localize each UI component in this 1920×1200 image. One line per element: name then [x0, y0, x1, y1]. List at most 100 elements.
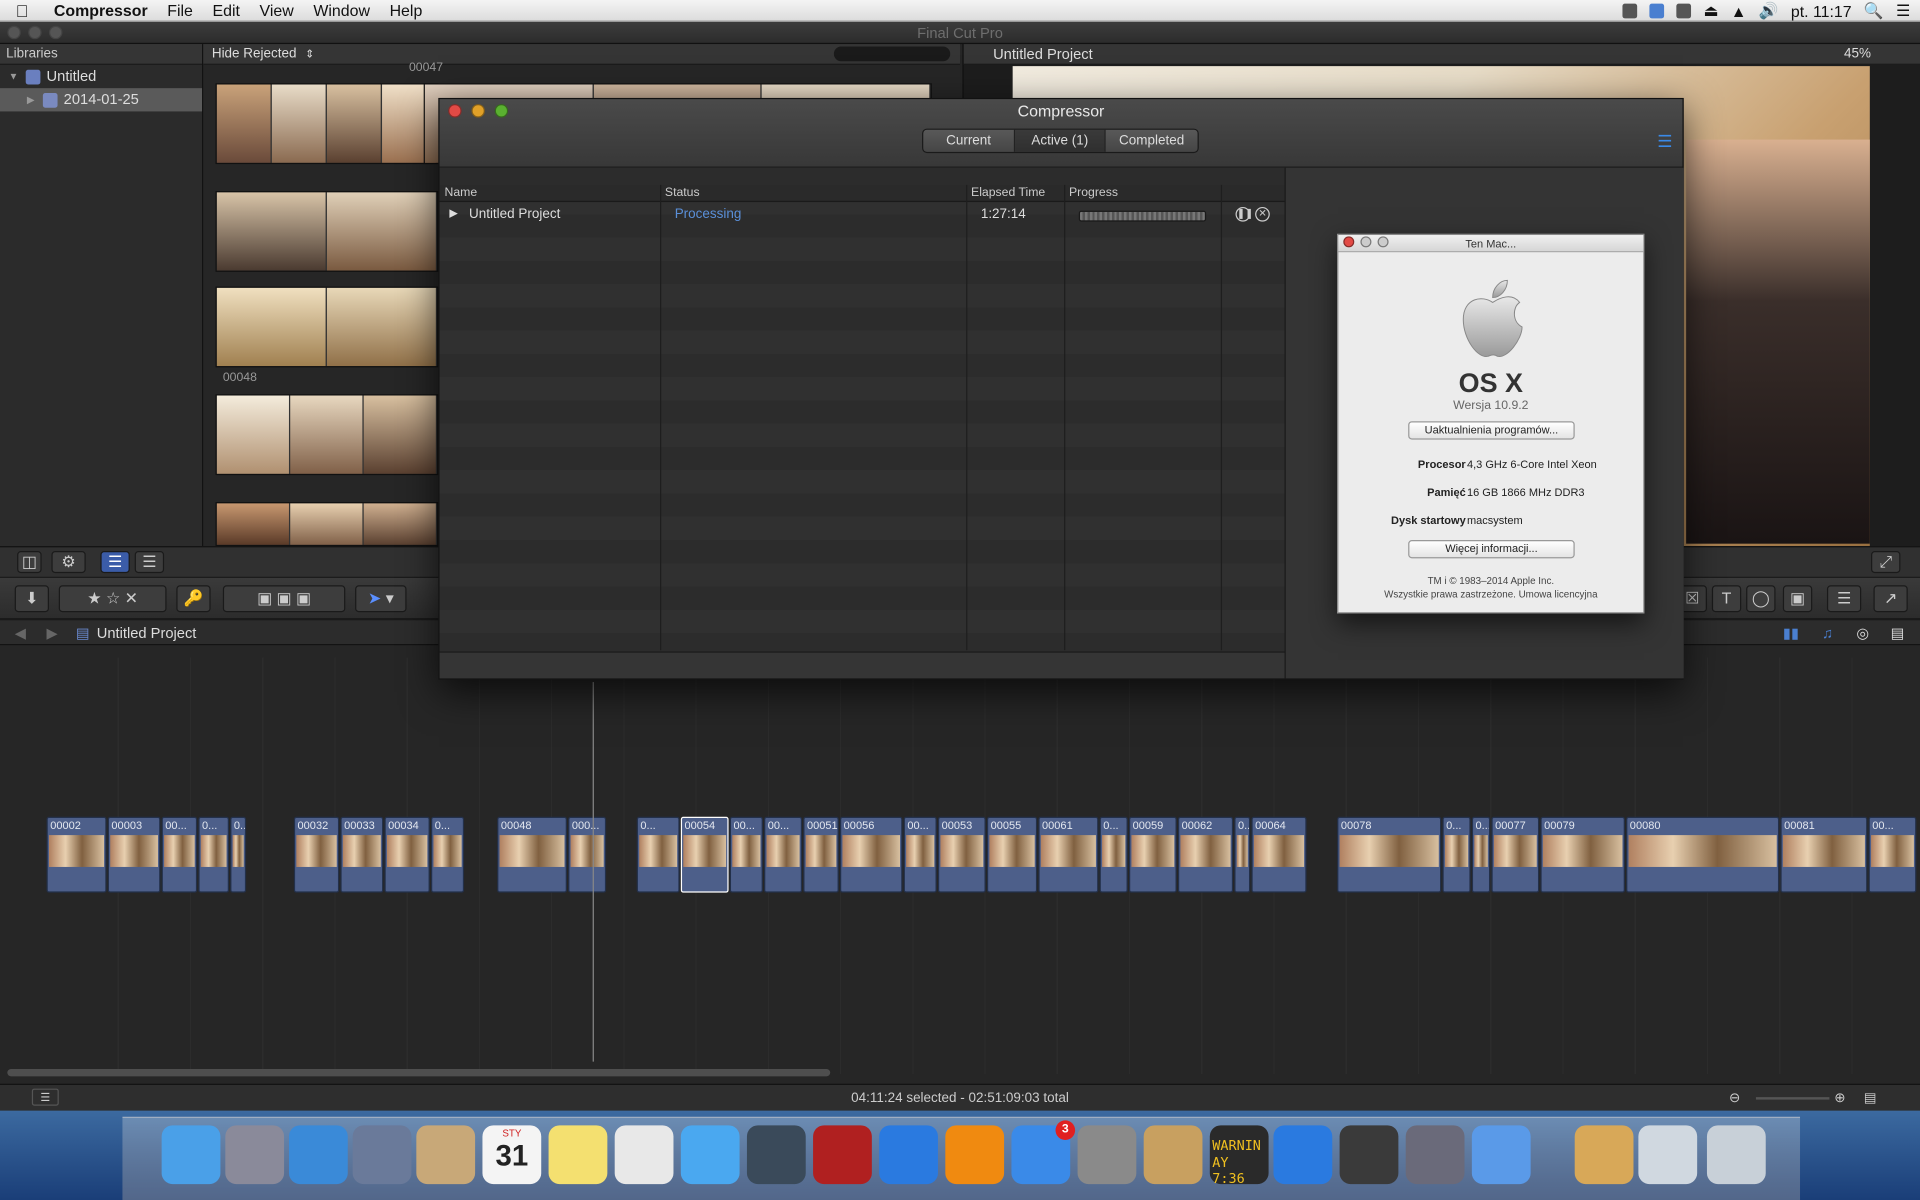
final-cut-pro-icon[interactable]	[1339, 1125, 1399, 1185]
itunes-icon[interactable]	[879, 1125, 938, 1185]
teamviewer-icon[interactable]	[1273, 1125, 1333, 1185]
finder-icon[interactable]	[161, 1125, 221, 1185]
menu-app-name[interactable]: Compressor	[44, 0, 157, 21]
filter-popup[interactable]: Hide Rejected	[212, 47, 297, 62]
cancel-icon[interactable]: ✕	[1255, 206, 1270, 222]
minimize-button[interactable]	[28, 25, 42, 40]
timeline-index-icon[interactable]: ☰	[31, 1088, 59, 1106]
back-arrow-icon[interactable]: ◀	[15, 621, 26, 645]
timeline-clip[interactable]: 00053	[937, 816, 986, 893]
spotlight-icon[interactable]: 🔍	[1864, 1, 1884, 21]
timeline-clip[interactable]: 00062	[1177, 816, 1234, 893]
timeline-clip[interactable]: 0...	[431, 816, 465, 893]
system-preferences-icon[interactable]	[1077, 1125, 1137, 1185]
viewer-zoom[interactable]: 45%	[1844, 44, 1871, 65]
column-status[interactable]: Status	[665, 186, 700, 199]
mail-icon[interactable]	[352, 1125, 412, 1185]
menu-window[interactable]: Window	[304, 0, 380, 21]
reminders-icon[interactable]	[614, 1125, 674, 1185]
playhead[interactable]	[592, 682, 594, 1062]
generator-icon[interactable]: ◯	[1746, 585, 1776, 613]
more-info-button[interactable]: Więcej informacji...	[1408, 540, 1575, 559]
notification-center-icon[interactable]: ☰	[1896, 1, 1910, 21]
audio-waveform-icon[interactable]: ♫	[1822, 621, 1833, 645]
timeline-clip[interactable]: 0...	[1471, 816, 1491, 893]
tab-completed[interactable]: Completed	[1105, 129, 1198, 152]
timeline-clip[interactable]: 0...	[1442, 816, 1471, 893]
event-item[interactable]: ▶ 2014-01-25	[0, 88, 203, 112]
disclosure-closed-icon[interactable]: ▶	[24, 88, 36, 111]
menu-file[interactable]: File	[157, 0, 202, 21]
inspector-icon[interactable]: ☰	[1826, 585, 1862, 613]
minimize-button[interactable]	[1360, 236, 1372, 248]
timeline-clip[interactable]: 00059	[1128, 816, 1177, 893]
photo-booth-icon[interactable]	[813, 1125, 872, 1185]
share-icon[interactable]: ↗	[1873, 585, 1908, 613]
archive-utility-icon[interactable]	[1143, 1125, 1203, 1185]
clip-appearance-icon[interactable]: ▮▮	[1783, 621, 1799, 645]
launchpad-icon[interactable]	[225, 1125, 285, 1185]
clip-filmstrip[interactable]	[215, 83, 439, 165]
clip-filmstrip[interactable]	[215, 286, 439, 368]
column-name[interactable]: Name	[444, 186, 477, 199]
close-button[interactable]	[7, 25, 21, 40]
timeline-clip[interactable]: 00002	[46, 816, 107, 893]
time-machine-icon[interactable]	[1676, 3, 1692, 19]
timeline-clip[interactable]: 00077	[1491, 816, 1540, 893]
select-tool-icon[interactable]: ➤ ▾	[355, 585, 407, 613]
ibooks-icon[interactable]	[945, 1125, 1005, 1185]
forward-arrow-icon[interactable]: ▶	[47, 621, 58, 645]
show-library-icon[interactable]: ◫	[17, 551, 42, 574]
timeline-clip[interactable]: 00078	[1337, 816, 1442, 893]
timeline-clip[interactable]: 0...	[198, 816, 229, 893]
browser-search-field[interactable]	[833, 46, 951, 62]
apple-menu-icon[interactable]: 	[0, 1, 44, 21]
disclosure-open-icon[interactable]: ▼	[7, 65, 19, 88]
import-icon[interactable]: ⬇	[14, 585, 49, 613]
safari-icon[interactable]	[288, 1125, 348, 1185]
timeline-clip[interactable]: 00051	[803, 816, 839, 893]
timeline-clip[interactable]: 00...	[903, 816, 937, 893]
timeline-clip[interactable]: 00034	[384, 816, 430, 893]
tab-active[interactable]: Active (1)	[1015, 129, 1106, 152]
timeline-clip[interactable]: 00056	[840, 816, 903, 893]
menu-view[interactable]: View	[250, 0, 304, 21]
timeline-clip[interactable]: 00...	[764, 816, 803, 893]
timeline-clip[interactable]: 00061	[1038, 816, 1099, 893]
status-tool-icon[interactable]	[1622, 3, 1638, 19]
volume-icon[interactable]: 🔊	[1759, 1, 1779, 21]
zoom-in-icon[interactable]: ⊕	[1834, 1085, 1845, 1112]
filter-arrows-icon[interactable]: ⇕	[305, 48, 314, 60]
timeline-clip[interactable]: 00054	[680, 816, 729, 893]
clock[interactable]: pt. 11:17	[1791, 2, 1852, 20]
timeline-clip[interactable]: 0...	[636, 816, 680, 893]
timeline-scrollbar[interactable]	[7, 1068, 831, 1077]
timeline-clip[interactable]: 00032	[293, 816, 340, 893]
clip-appearance-menu-icon[interactable]: ▤	[1864, 1085, 1877, 1112]
facetime-icon[interactable]	[746, 1125, 806, 1185]
clip-filmstrip[interactable]	[215, 191, 439, 272]
menu-help[interactable]: Help	[380, 0, 432, 21]
keyword-icon[interactable]: 🔑	[176, 585, 211, 613]
filmstrip-view-icon[interactable]: ☰	[100, 551, 130, 574]
timeline-clip[interactable]: 00003	[107, 816, 161, 893]
calendar-icon[interactable]: STY 31	[482, 1125, 542, 1185]
snapping-icon[interactable]: ◎	[1856, 621, 1869, 645]
title-icon[interactable]: T	[1711, 585, 1742, 613]
timeline-clip[interactable]: 0...	[1099, 816, 1128, 893]
app-store-icon[interactable]: 3	[1011, 1120, 1076, 1185]
timeline-clip[interactable]: 00033	[340, 816, 384, 893]
timeline-clip[interactable]: 0...	[230, 816, 247, 893]
wifi-icon[interactable]: ▲	[1731, 2, 1747, 20]
timeline-clip[interactable]: 0...	[1234, 816, 1251, 893]
zoom-button[interactable]	[1377, 236, 1389, 248]
automator-icon[interactable]	[1471, 1125, 1531, 1185]
disclosure-triangle-icon[interactable]: ▶	[449, 207, 457, 220]
trash-icon[interactable]	[1706, 1125, 1766, 1185]
zoom-slider[interactable]	[1755, 1097, 1830, 1100]
timeline[interactable]: 00002 00003 00... 0... 0... 00032 00033 00034 0.…	[0, 645, 1920, 1084]
console-icon[interactable]: WARNIN AY 7:36	[1209, 1125, 1269, 1187]
zoom-button[interactable]	[48, 25, 63, 40]
zoom-out-icon[interactable]: ⊖	[1729, 1085, 1740, 1112]
compressor-icon[interactable]	[1405, 1125, 1465, 1185]
